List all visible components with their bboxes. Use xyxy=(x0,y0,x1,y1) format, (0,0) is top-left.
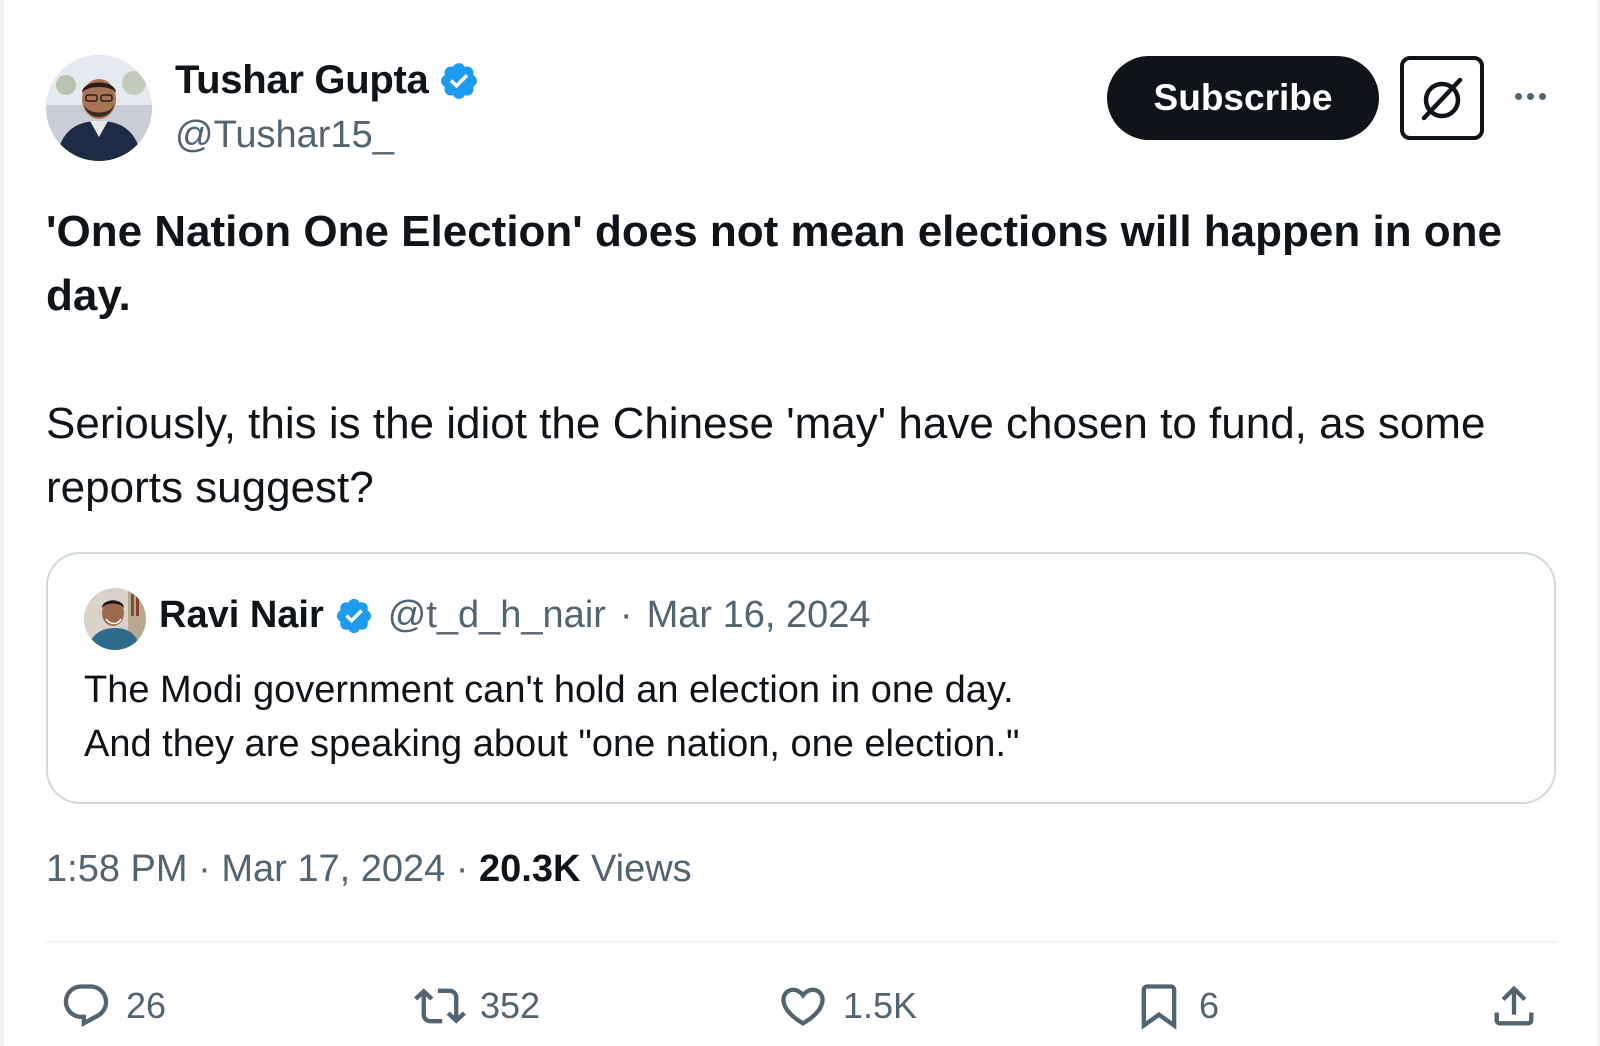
tweet-bold-line: 'One Nation One Election' does not mean … xyxy=(46,207,1503,320)
subscribe-button[interactable]: Subscribe xyxy=(1107,56,1379,140)
quoted-tweet-header: Ravi Nair @t_d_h_nair · Mar 16, 2024 xyxy=(159,594,871,637)
grok-button[interactable] xyxy=(1400,56,1484,140)
divider xyxy=(46,941,1556,943)
views-label[interactable]: Views xyxy=(591,848,692,890)
more-dot xyxy=(1538,92,1546,100)
meta-separator: · xyxy=(198,848,211,890)
reply-count: 26 xyxy=(126,985,167,1026)
quoted-date[interactable]: Mar 16, 2024 xyxy=(647,594,871,637)
like-button[interactable]: 1.5K xyxy=(777,980,917,1032)
views-count[interactable]: 20.3K xyxy=(479,848,580,890)
more-options-button[interactable] xyxy=(1507,76,1553,116)
author-avatar[interactable] xyxy=(46,55,152,161)
share-icon xyxy=(1494,985,1534,1026)
tweet-meta: 1:58 PM · Mar 17, 2024 · 20.3K Views xyxy=(46,848,692,891)
more-dots-icon xyxy=(1514,92,1522,100)
repost-icon xyxy=(414,988,466,1024)
more-dot xyxy=(1526,92,1534,100)
quoted-display-name[interactable]: Ravi Nair xyxy=(159,594,324,637)
quoted-text-line-2: And they are speaking about "one nation,… xyxy=(84,723,1020,765)
tweet-date[interactable]: Mar 17, 2024 xyxy=(221,848,445,890)
slashed-circle-icon xyxy=(1421,77,1463,121)
reply-icon xyxy=(63,984,109,1028)
tweet-body: Seriously, this is the idiot the Chinese… xyxy=(46,399,1486,512)
verified-badge-icon xyxy=(336,598,371,633)
meta-separator: · xyxy=(455,848,469,890)
author-name-row[interactable]: Tushar Gupta xyxy=(175,58,480,103)
quoted-separator: · xyxy=(619,594,633,636)
quoted-tweet-text: The Modi government can't hold an electi… xyxy=(84,663,1504,771)
quoted-tweet-card[interactable]: Ravi Nair @t_d_h_nair · Mar 16, 2024 The… xyxy=(46,552,1556,804)
like-count: 1.5K xyxy=(843,985,918,1026)
tweet-time[interactable]: 1:58 PM xyxy=(46,848,188,890)
verified-badge-icon[interactable] xyxy=(438,60,480,102)
author-handle[interactable]: @Tushar15_ xyxy=(175,114,394,157)
bookmark-button[interactable]: 6 xyxy=(1133,980,1219,1032)
heart-icon xyxy=(781,987,825,1026)
author-display-name[interactable]: Tushar Gupta xyxy=(175,58,429,103)
tweet-detail: Tushar Gupta @Tushar15_ Subscribe 'One N… xyxy=(0,0,1600,1046)
share-button[interactable] xyxy=(1488,980,1540,1032)
bookmark-icon xyxy=(1141,984,1177,1030)
left-border xyxy=(0,0,4,1046)
quoted-handle[interactable]: @t_d_h_nair xyxy=(388,594,606,637)
quoted-text-line-1: The Modi government can't hold an electi… xyxy=(84,669,1014,711)
repost-count: 352 xyxy=(480,985,541,1026)
bookmark-count: 6 xyxy=(1199,985,1220,1026)
quoted-author-avatar[interactable] xyxy=(84,588,146,650)
repost-button[interactable]: 352 xyxy=(414,980,540,1032)
reply-button[interactable]: 26 xyxy=(60,980,166,1032)
tweet-text: 'One Nation One Election' does not mean … xyxy=(46,200,1556,520)
